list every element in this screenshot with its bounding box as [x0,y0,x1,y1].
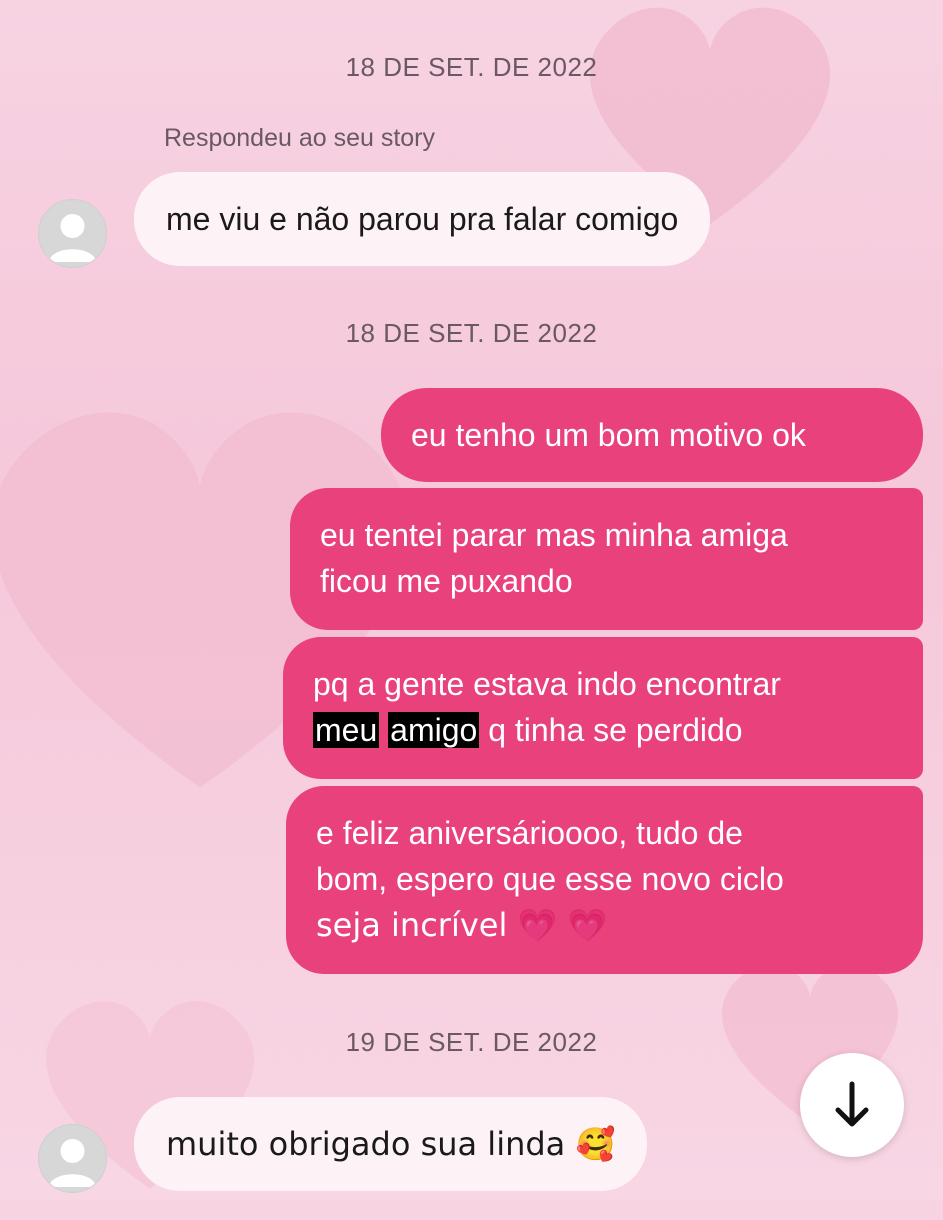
message-text: me viu e não parou pra falar comigo [166,200,679,237]
outgoing-message[interactable]: pq a gente estava indo encontrar meu ami… [283,637,923,779]
message-line: e feliz aniversárioooo, tudo de [316,815,743,851]
message-line: ficou me puxando [320,563,573,599]
message-line: seja incrível 💗 💗 [316,906,608,944]
default-avatar-icon [49,1139,96,1187]
default-avatar-icon [49,214,96,262]
avatar[interactable] [38,199,107,268]
date-separator: 18 DE SET. DE 2022 [345,318,598,348]
incoming-message[interactable]: muito obrigado sua linda 🥰 [134,1097,648,1191]
chat-thread: 18 DE SET. DE 2022 Respondeu ao seu stor… [0,0,943,1200]
message-line: bom, espero que esse novo ciclo [316,861,784,897]
redacted-word: meu [313,712,380,748]
message-line: meu amigo q tinha se perdido [313,707,923,753]
date-separator: 19 DE SET. DE 2022 [345,1027,598,1057]
message-text: eu tenho um bom motivo ok [411,417,806,453]
outgoing-message[interactable]: eu tentei parar mas minha amiga ficou me… [290,488,923,630]
message-text: muito obrigado sua linda 🥰 [166,1125,616,1163]
outgoing-message[interactable]: e feliz aniversárioooo, tudo de bom, esp… [286,786,923,974]
date-separator: 18 DE SET. DE 2022 [345,52,598,82]
story-reply-label: Respondeu ao seu story [164,124,436,152]
message-line: pq a gente estava indo encontrar [313,666,781,702]
scroll-to-bottom-button[interactable] [800,1053,904,1157]
message-line: eu tentei parar mas minha amiga [320,517,788,553]
outgoing-message[interactable]: eu tenho um bom motivo ok [381,388,923,482]
avatar[interactable] [38,1124,107,1193]
incoming-message[interactable]: me viu e não parou pra falar comigo [134,172,711,266]
redacted-word: amigo [388,712,480,748]
arrow-down-icon [835,1081,869,1127]
message-text: q tinha se perdido [488,712,743,748]
